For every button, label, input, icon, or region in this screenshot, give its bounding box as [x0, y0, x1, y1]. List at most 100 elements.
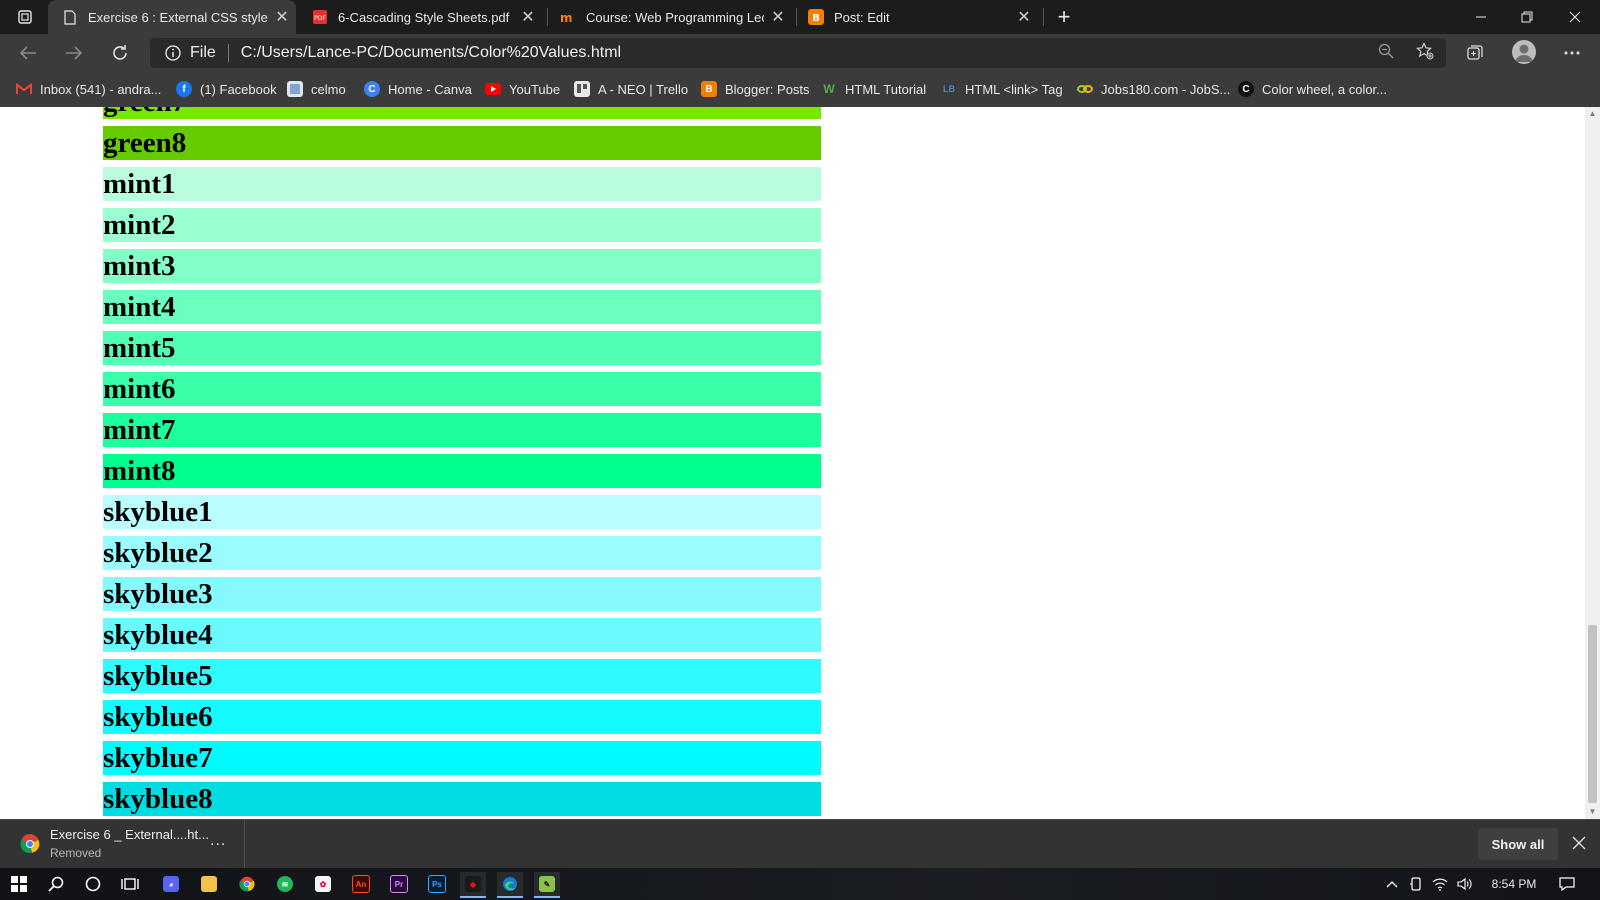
- system-clock[interactable]: 8:54 PM: [1486, 874, 1542, 894]
- bookmark-gmail[interactable]: Inbox (541) - andra...: [16, 72, 161, 106]
- trello-icon: [574, 81, 590, 97]
- edge-icon[interactable]: [497, 872, 523, 898]
- bookmark-facebook[interactable]: f (1) Facebook: [176, 72, 277, 106]
- bookmark-youtube[interactable]: YouTube: [485, 72, 560, 106]
- address-bar[interactable]: File C:/Users/Lance-PC/Documents/Color%2…: [150, 38, 1446, 68]
- tab-close-icon[interactable]: ✕: [268, 7, 296, 27]
- chrome-icon[interactable]: [234, 872, 260, 896]
- minimize-button[interactable]: [1458, 0, 1504, 34]
- animate-icon[interactable]: An: [348, 872, 374, 896]
- volume-icon[interactable]: [1456, 874, 1474, 894]
- bookmark-color-wheel[interactable]: C Color wheel, a color...: [1238, 72, 1387, 106]
- forward-arrow-icon[interactable]: [60, 40, 88, 66]
- tab-actions-icon[interactable]: [10, 6, 40, 28]
- bookmark-html-tutorial[interactable]: W HTML Tutorial: [821, 72, 926, 106]
- bookmark-html-link-tag[interactable]: LB HTML <link> Tag: [941, 72, 1063, 106]
- tab-title: Post: Edit: [834, 9, 890, 25]
- tab-close-icon[interactable]: ✕: [764, 7, 792, 27]
- color-row-mint1: mint1: [103, 167, 821, 201]
- bookmark-blogger[interactable]: B Blogger: Posts: [701, 72, 810, 106]
- wifi-icon[interactable]: [1432, 874, 1448, 894]
- bookmark-label: celmo: [311, 81, 346, 97]
- vertical-scrollbar[interactable]: ▲ ▼: [1585, 107, 1600, 819]
- download-filename: Exercise 6 _ External....ht...: [50, 827, 209, 842]
- task-view-icon[interactable]: [117, 872, 143, 896]
- more-menu-icon[interactable]: [1560, 42, 1584, 64]
- photoshop-icon[interactable]: Ps: [424, 872, 450, 896]
- bookmarks-bar: Inbox (541) - andra... f (1) Facebook ce…: [0, 72, 1600, 108]
- color-row-green7: green7: [103, 107, 821, 119]
- color-row-mint6: mint6: [103, 372, 821, 406]
- tab-close-icon[interactable]: ✕: [1010, 7, 1038, 27]
- bookmark-jobs180[interactable]: Jobs180.com - JobS...: [1077, 72, 1230, 106]
- bookmark-label: YouTube: [509, 81, 561, 97]
- app-icon[interactable]: ✿: [310, 872, 336, 896]
- windows-start-icon[interactable]: [6, 872, 32, 896]
- bookmark-canva[interactable]: C Home - Canva: [364, 72, 472, 106]
- add-favorite-icon[interactable]: [1415, 41, 1435, 61]
- scroll-up-arrow-icon[interactable]: ▲: [1585, 107, 1600, 121]
- chrome-file-icon: [20, 833, 40, 854]
- bookmark-label: Blogger: Posts: [725, 81, 810, 97]
- moodle-icon: m: [560, 9, 576, 25]
- bookmark-label: HTML <link> Tag: [965, 81, 1063, 97]
- colorwheel-icon: C: [1238, 81, 1254, 97]
- color-row-mint3: mint3: [103, 249, 821, 283]
- tab-title: Exercise 6 : External CSS style of: [88, 9, 268, 25]
- show-all-button[interactable]: Show all: [1478, 828, 1558, 860]
- page-viewport: green7 green8 mint1 mint2 mint3 mint4 mint5 min…: [0, 107, 1585, 819]
- download-item[interactable]: Exercise 6 _ External....ht... Removed .…: [0, 820, 245, 868]
- document-icon: [62, 9, 78, 25]
- url-text[interactable]: C:/Users/Lance-PC/Documents/Color%20Valu…: [241, 44, 621, 62]
- youtube-icon: [485, 81, 501, 97]
- close-window-button[interactable]: [1552, 0, 1598, 34]
- bookmark-label: Inbox (541) - andra...: [40, 81, 162, 97]
- bookmark-label: Color wheel, a color...: [1262, 81, 1388, 97]
- w3schools-icon: W: [823, 82, 835, 96]
- color-row-mint7: mint7: [103, 413, 821, 447]
- tab-css-pdf[interactable]: PDF 6-Cascading Style Sheets.pdf ✕: [298, 0, 542, 34]
- refresh-icon[interactable]: [106, 40, 134, 66]
- bookmark-label: (1) Facebook: [200, 81, 277, 97]
- bookmark-label: Home - Canva: [388, 81, 472, 97]
- tab-course-web-programming[interactable]: m Course: Web Programming Lectu ✕: [546, 0, 792, 34]
- info-icon[interactable]: [164, 44, 182, 62]
- spotify-icon[interactable]: ≋: [272, 872, 298, 896]
- tab-post-edit[interactable]: B Post: Edit ✕: [794, 0, 1038, 34]
- collections-icon[interactable]: [1463, 42, 1487, 64]
- file-explorer-icon[interactable]: [196, 872, 222, 896]
- scroll-thumb[interactable]: [1588, 625, 1597, 803]
- tab-close-icon[interactable]: ✕: [514, 7, 542, 27]
- color-row-mint5: mint5: [103, 331, 821, 365]
- tab-exercise-6[interactable]: Exercise 6 : External CSS style of ✕: [48, 0, 296, 34]
- browser-toolbar: File C:/Users/Lance-PC/Documents/Color%2…: [0, 34, 1600, 72]
- notification-center-icon[interactable]: [1558, 874, 1576, 894]
- bookmark-celmo[interactable]: celmo: [287, 72, 346, 106]
- notepad-icon[interactable]: ✎: [534, 872, 560, 898]
- cortana-icon[interactable]: [80, 872, 106, 896]
- zoom-icon[interactable]: [1376, 41, 1396, 61]
- new-tab-button[interactable]: +: [1052, 5, 1076, 29]
- download-more-button[interactable]: ...: [210, 832, 226, 850]
- bookmark-trello[interactable]: A - NEO | Trello: [574, 72, 688, 106]
- chevron-up-icon[interactable]: [1384, 874, 1400, 894]
- restore-button[interactable]: [1504, 0, 1550, 34]
- bookmark-label: A - NEO | Trello: [598, 81, 689, 97]
- search-icon[interactable]: [43, 872, 69, 896]
- premiere-icon[interactable]: Pr: [386, 872, 412, 896]
- color-row-skyblue1: skyblue1: [103, 495, 821, 529]
- scene-app-icon[interactable]: ◆: [460, 872, 486, 898]
- windows-taskbar: ◕ ≋ ✿ An Pr Ps ◆ ✎ 8:54 PM: [0, 868, 1600, 900]
- profile-avatar[interactable]: [1512, 40, 1536, 64]
- discord-icon[interactable]: ◕: [158, 872, 184, 896]
- svg-text:B: B: [812, 13, 820, 24]
- svg-text:PDF: PDF: [314, 15, 326, 22]
- jobs180-icon: [1077, 81, 1093, 97]
- back-arrow-icon[interactable]: [14, 40, 42, 66]
- close-icon[interactable]: [1568, 832, 1590, 854]
- scroll-down-arrow-icon[interactable]: ▼: [1585, 805, 1600, 819]
- color-row-skyblue8: skyblue8: [103, 782, 821, 816]
- device-icon[interactable]: [1408, 874, 1424, 894]
- blogger-icon: B: [808, 9, 824, 25]
- color-row-skyblue7: skyblue7: [103, 741, 821, 775]
